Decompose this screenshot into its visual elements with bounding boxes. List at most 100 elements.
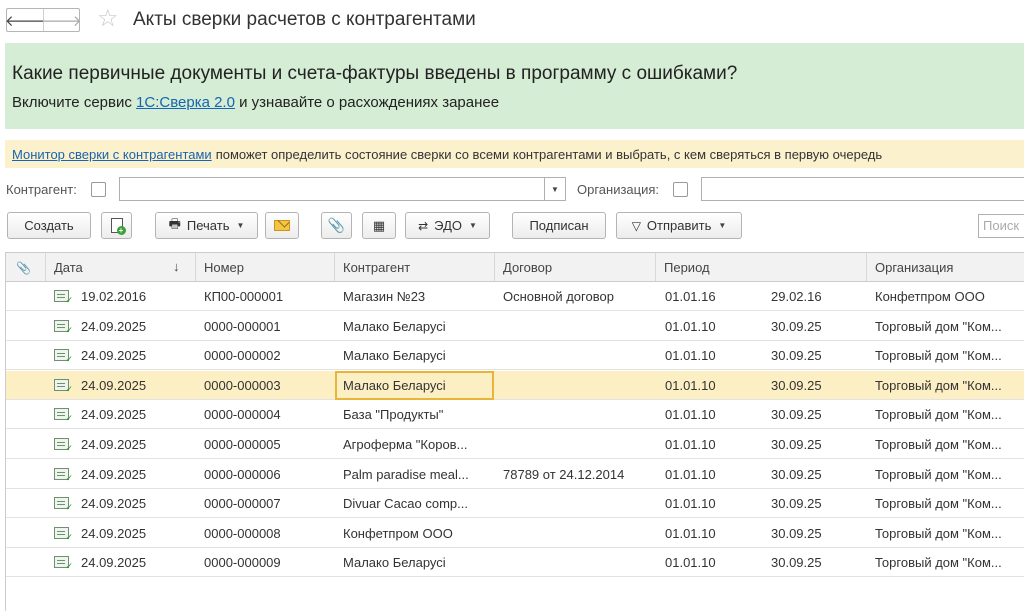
number-cell[interactable]: 0000-000005 — [204, 430, 334, 459]
period-to-cell[interactable]: 30.09.25 — [771, 548, 861, 577]
edo-button[interactable]: ⇄ ЭДО ▼ — [405, 212, 490, 239]
number-cell[interactable]: 0000-000006 — [204, 460, 334, 489]
organization-cell[interactable]: Конфетпром ООО — [875, 282, 1023, 311]
back-button[interactable]: 🡐 — [5, 9, 45, 31]
attachment-column-header[interactable]: 📎 — [6, 253, 46, 281]
contract-column-header[interactable]: Договор — [495, 253, 656, 281]
organization-column-header[interactable]: Организация — [867, 253, 1024, 281]
send-button[interactable]: ▽ Отправить ▼ — [616, 212, 742, 239]
period-column-header[interactable]: Период — [656, 253, 867, 281]
period-from-cell[interactable]: 01.01.10 — [665, 548, 765, 577]
contract-cell[interactable] — [503, 312, 653, 341]
create-copy-button[interactable]: + — [101, 212, 132, 239]
number-column-header[interactable]: Номер — [196, 253, 335, 281]
period-to-cell[interactable]: 30.09.25 — [771, 519, 861, 548]
create-button[interactable]: Создать — [7, 212, 91, 239]
table-row[interactable]: 24.09.2025 0000-000004 База "Продукты" 01.0… — [6, 400, 1024, 430]
attachments-button[interactable]: 📎 — [321, 212, 352, 239]
organization-cell[interactable]: Торговый дом "Ком... — [875, 430, 1023, 459]
date-cell[interactable]: 24.09.2025 — [81, 460, 191, 489]
number-cell[interactable]: 0000-000001 — [204, 312, 334, 341]
organization-filter-checkbox[interactable] — [673, 182, 688, 197]
contractor-cell[interactable]: Малако Беларусі — [343, 341, 493, 370]
table-row[interactable]: 24.09.2025 0000-000002 Малако Беларусі 01.0… — [6, 341, 1024, 371]
contract-cell[interactable] — [503, 489, 653, 518]
contractor-cell[interactable]: База "Продукты" — [343, 400, 493, 429]
table-row[interactable]: 24.09.2025 0000-000003Малако Беларусі 01.0… — [6, 370, 1024, 400]
contract-cell[interactable] — [503, 519, 653, 548]
organization-cell[interactable]: Торговый дом "Ком... — [875, 489, 1023, 518]
print-button[interactable]: 🖶 Печать ▼ — [155, 212, 258, 239]
structure-button[interactable]: ▦ — [362, 212, 396, 239]
number-cell[interactable]: 0000-000002 — [204, 341, 334, 370]
table-row[interactable]: 24.09.2025 0000-000001 Малако Беларусі 01.0… — [6, 312, 1024, 341]
period-to-cell[interactable]: 30.09.25 — [771, 312, 861, 341]
organization-filter-input[interactable] — [701, 177, 1024, 201]
period-from-cell[interactable]: 01.01.10 — [665, 489, 765, 518]
date-cell[interactable]: 24.09.2025 — [81, 430, 191, 459]
contract-cell[interactable] — [503, 341, 653, 370]
contractor-column-header[interactable]: Контрагент — [335, 253, 495, 281]
date-cell[interactable]: 24.09.2025 — [81, 489, 191, 518]
number-cell[interactable]: КП00-000001 — [204, 282, 334, 311]
contractor-cell[interactable]: Divuar Cacao comp... — [343, 489, 493, 518]
sverka-service-link[interactable]: 1С:Сверка 2.0 — [136, 94, 235, 111]
period-to-cell[interactable]: 30.09.25 — [771, 371, 861, 400]
table-row[interactable]: 24.09.2025 0000-000006 Palm paradise meal.… — [6, 460, 1024, 489]
email-button[interactable] — [265, 212, 299, 239]
organization-cell[interactable]: Торговый дом "Ком... — [875, 341, 1023, 370]
organization-cell[interactable]: Торговый дом "Ком... — [875, 400, 1023, 429]
period-from-cell[interactable]: 01.01.10 — [665, 400, 765, 429]
period-to-cell[interactable]: 30.09.25 — [771, 400, 861, 429]
contractor-cell[interactable]: Palm paradise meal... — [343, 460, 493, 489]
period-from-cell[interactable]: 01.01.10 — [665, 341, 765, 370]
period-from-cell[interactable]: 01.01.16 — [665, 282, 765, 311]
number-cell[interactable]: 0000-000008 — [204, 519, 334, 548]
number-cell[interactable]: 0000-000003 — [204, 371, 334, 400]
contractor-filter-checkbox[interactable] — [91, 182, 106, 197]
contractor-cell[interactable]: Агроферма "Коров... — [343, 430, 493, 459]
period-to-cell[interactable]: 30.09.25 — [771, 430, 861, 459]
organization-cell[interactable]: Торговый дом "Ком... — [875, 460, 1023, 489]
contractor-cell[interactable]: Конфетпром ООО — [343, 519, 493, 548]
date-cell[interactable]: 24.09.2025 — [81, 312, 191, 341]
contractor-cell[interactable]: Магазин №23 — [343, 282, 493, 311]
organization-cell[interactable]: Торговый дом "Ком... — [875, 548, 1023, 577]
contract-cell[interactable] — [503, 548, 653, 577]
contractor-cell[interactable]: Малако Беларусі — [343, 548, 493, 577]
date-cell[interactable]: 24.09.2025 — [81, 519, 191, 548]
contractor-cell[interactable]: Малако Беларусі — [335, 370, 494, 400]
table-row[interactable]: 24.09.2025 0000-000005 Агроферма "Коров...… — [6, 430, 1024, 459]
table-row[interactable]: 24.09.2025 0000-000009 Малако Беларусі 01.0… — [6, 548, 1024, 578]
organization-cell[interactable]: Торговый дом "Ком... — [875, 312, 1023, 341]
period-to-cell[interactable]: 30.09.25 — [771, 489, 861, 518]
monitor-link[interactable]: Монитор сверки с контрагентами — [12, 147, 212, 162]
contract-cell[interactable]: 78789 от 24.12.2014 — [503, 460, 653, 489]
table-row[interactable]: 24.09.2025 0000-000008 Конфетпром ООО 01.01… — [6, 519, 1024, 548]
contractor-filter-input[interactable] — [119, 177, 545, 201]
contract-cell[interactable]: Основной договор — [503, 282, 653, 311]
search-input[interactable]: Поиск — [978, 214, 1024, 238]
period-to-cell[interactable]: 30.09.25 — [771, 460, 861, 489]
contractor-dropdown-button[interactable]: ▼ — [544, 177, 566, 201]
number-cell[interactable]: 0000-000009 — [204, 548, 334, 577]
date-column-header[interactable]: Дата ↓ — [46, 253, 196, 281]
period-from-cell[interactable]: 01.01.10 — [665, 312, 765, 341]
period-from-cell[interactable]: 01.01.10 — [665, 460, 765, 489]
table-row[interactable]: 19.02.2016 КП00-000001 Магазин №23 Основной… — [6, 282, 1024, 311]
table-row[interactable]: 24.09.2025 0000-000007 Divuar Cacao comp..… — [6, 489, 1024, 519]
period-from-cell[interactable]: 01.01.10 — [665, 371, 765, 400]
date-cell[interactable]: 19.02.2016 — [81, 282, 191, 311]
contractor-cell[interactable]: Малако Беларусі — [343, 312, 493, 341]
period-to-cell[interactable]: 29.02.16 — [771, 282, 861, 311]
period-from-cell[interactable]: 01.01.10 — [665, 430, 765, 459]
period-from-cell[interactable]: 01.01.10 — [665, 519, 765, 548]
star-icon[interactable]: ☆ — [97, 5, 119, 33]
contract-cell[interactable] — [503, 400, 653, 429]
number-cell[interactable]: 0000-000007 — [204, 489, 334, 518]
forward-button[interactable]: 🡒 — [41, 9, 82, 31]
signed-button[interactable]: Подписан — [512, 212, 606, 239]
number-cell[interactable]: 0000-000004 — [204, 400, 334, 429]
organization-cell[interactable]: Торговый дом "Ком... — [875, 519, 1023, 548]
date-cell[interactable]: 24.09.2025 — [81, 371, 191, 400]
